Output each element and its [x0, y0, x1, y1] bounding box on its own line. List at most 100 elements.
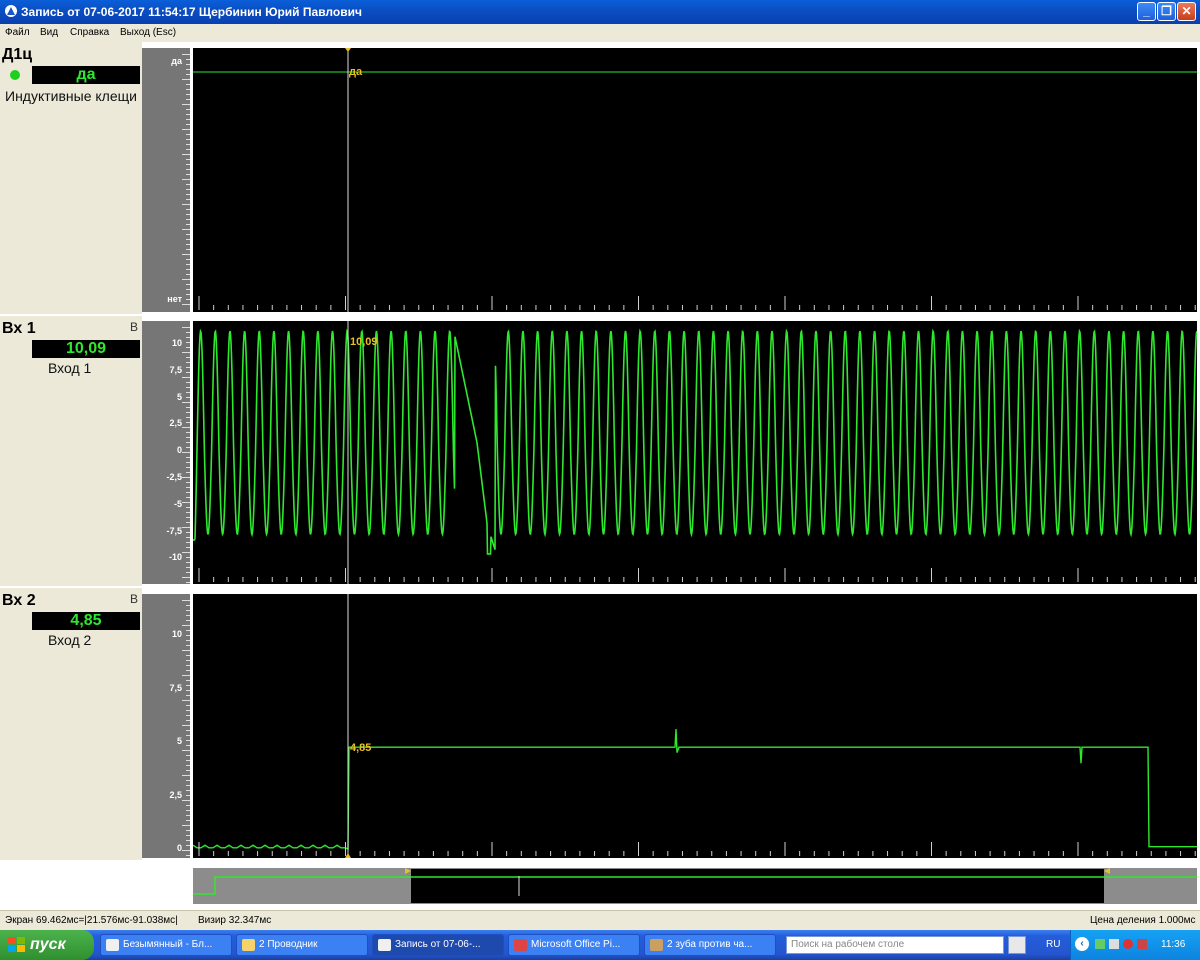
- axis-tick: [186, 124, 190, 125]
- axis-tick: [186, 760, 190, 761]
- axis-tick: [186, 234, 190, 235]
- desktop-search-input[interactable]: Поиск на рабочем столе: [786, 936, 1004, 954]
- axis-tick: [186, 397, 190, 398]
- axis-tick: [186, 610, 190, 611]
- axis-tick: [186, 189, 190, 190]
- menu-view[interactable]: Вид: [40, 27, 58, 38]
- axis-tick: [186, 805, 190, 806]
- axis-tick: [182, 527, 190, 528]
- axis-tick: [186, 357, 190, 358]
- axis-tick-label: -5: [173, 498, 182, 509]
- axis-tick-label: 2,5: [169, 418, 182, 429]
- channel-in1-plot[interactable]: 10,09: [193, 321, 1197, 584]
- tray-expand-icon[interactable]: ‹: [1075, 937, 1089, 951]
- channel-in1-name: Вх 1: [2, 320, 36, 337]
- axis-tick: [186, 259, 190, 260]
- status-bar: Экран 69.462мс=|21.576мс-91.038мс| Визир…: [0, 910, 1200, 931]
- axis-tick: [186, 299, 190, 300]
- tray-office-icon[interactable]: [1137, 939, 1147, 949]
- taskbar-item-explorer[interactable]: 2 Проводник: [236, 934, 368, 956]
- axis-tick: [186, 492, 190, 493]
- restore-button[interactable]: ❐: [1157, 2, 1176, 21]
- tray-security-icon[interactable]: [1123, 939, 1133, 949]
- axis-tick: [186, 367, 190, 368]
- axis-tick: [186, 134, 190, 135]
- axis-tick: [186, 159, 190, 160]
- axis-tick: [182, 104, 190, 105]
- language-indicator[interactable]: RU: [1046, 939, 1060, 950]
- axis-tick: [186, 665, 190, 666]
- taskbar-item-office[interactable]: Microsoft Office Pi...: [508, 934, 640, 956]
- tray-network-icon[interactable]: [1109, 939, 1119, 949]
- axis-tick: [186, 467, 190, 468]
- status-screen: Экран 69.462мс=|21.576мс-91.038мс|: [5, 915, 178, 926]
- menu-bar: Файл Вид Справка Выход (Esc): [0, 24, 1200, 42]
- windows-logo-icon: [8, 937, 25, 952]
- axis-tick: [182, 352, 190, 353]
- channel-in1-axis[interactable]: 10 7,5 5 2,5 0 -2,5 -5 -7,5 -10: [142, 321, 190, 584]
- axis-tick: [186, 855, 190, 856]
- channel-in2-axis[interactable]: 10 7,5 5 2,5 0: [142, 594, 190, 858]
- start-button[interactable]: пуск: [0, 930, 94, 960]
- axis-tick: [186, 387, 190, 388]
- channel-in1-desc: Вход 1: [48, 360, 92, 376]
- channel-in1-unit: В: [130, 320, 139, 334]
- axis-tick: [186, 482, 190, 483]
- axis-tick: [182, 452, 190, 453]
- menu-help[interactable]: Справка: [70, 27, 109, 38]
- axis-tick: [182, 600, 190, 601]
- overview-trace: [193, 868, 1197, 904]
- axis-tick-label: -10: [168, 552, 182, 563]
- axis-tick: [186, 660, 190, 661]
- axis-tick: [186, 199, 190, 200]
- title-bar[interactable]: Запись от 07-06-2017 11:54:17 Щербинин Ю…: [0, 0, 1200, 24]
- axis-tick: [186, 745, 190, 746]
- taskbar-item-label: Microsoft Office Pi...: [531, 939, 621, 950]
- taskbar-item-recording[interactable]: Запись от 07-06-...: [372, 934, 504, 956]
- channel-in1-panel[interactable]: Вх 1 В 10,09 Вход 1: [0, 316, 142, 586]
- axis-tick: [182, 775, 190, 776]
- taskbar-item-notepad[interactable]: Безымянный - Бл...: [100, 934, 232, 956]
- axis-tick: [186, 640, 190, 641]
- cursor-marker-icon[interactable]: [345, 48, 351, 52]
- axis-tick: [186, 472, 190, 473]
- axis-tick: [186, 294, 190, 295]
- taskbar-item-document[interactable]: 2 зуба против ча...: [644, 934, 776, 956]
- minimize-button[interactable]: _: [1137, 2, 1156, 21]
- axis-tick-label: 2,5: [169, 789, 182, 800]
- channel-d1-plot[interactable]: да: [193, 48, 1197, 312]
- axis-tick: [186, 830, 190, 831]
- axis-tick: [182, 675, 190, 676]
- axis-tick: [186, 337, 190, 338]
- channel-in2-panel[interactable]: Вх 2 В 4,85 Вход 2: [0, 588, 142, 860]
- axis-tick: [186, 497, 190, 498]
- axis-tick: [186, 557, 190, 558]
- visible-window[interactable]: [411, 869, 1104, 903]
- axis-tick: [186, 670, 190, 671]
- axis-tick: [186, 645, 190, 646]
- axis-tick: [186, 422, 190, 423]
- channel-d1-axis[interactable]: да нет: [142, 48, 190, 312]
- search-icon[interactable]: [1008, 936, 1026, 954]
- minimize-icon: _: [1143, 4, 1150, 18]
- axis-tick: [182, 577, 190, 578]
- axis-tick: [186, 169, 190, 170]
- axis-tick: [186, 512, 190, 513]
- status-visor: Визир 32.347мс: [198, 915, 272, 926]
- tray-app-icon[interactable]: [1095, 939, 1105, 949]
- clock[interactable]: 11:36: [1161, 939, 1185, 950]
- axis-tick: [186, 457, 190, 458]
- menu-file[interactable]: Файл: [5, 27, 30, 38]
- channel-d1-panel[interactable]: Д1ц да Индуктивные клещи: [0, 42, 142, 314]
- close-button[interactable]: ✕: [1177, 2, 1196, 21]
- window-title: Запись от 07-06-2017 11:54:17 Щербинин Ю…: [21, 5, 362, 19]
- axis-tick: [186, 755, 190, 756]
- menu-exit[interactable]: Выход (Esc): [120, 27, 176, 38]
- oscilloscope-workarea: Д1ц да Индуктивные клещи да нет да Вх 1 …: [0, 42, 1200, 910]
- channel-d1-name: Д1ц: [2, 46, 33, 63]
- axis-tick: [186, 705, 190, 706]
- channel-in2-plot[interactable]: 4,85: [193, 594, 1197, 858]
- axis-tick-label: 5: [176, 736, 182, 746]
- axis-tick: [182, 502, 190, 503]
- overview-navigator[interactable]: [193, 868, 1197, 904]
